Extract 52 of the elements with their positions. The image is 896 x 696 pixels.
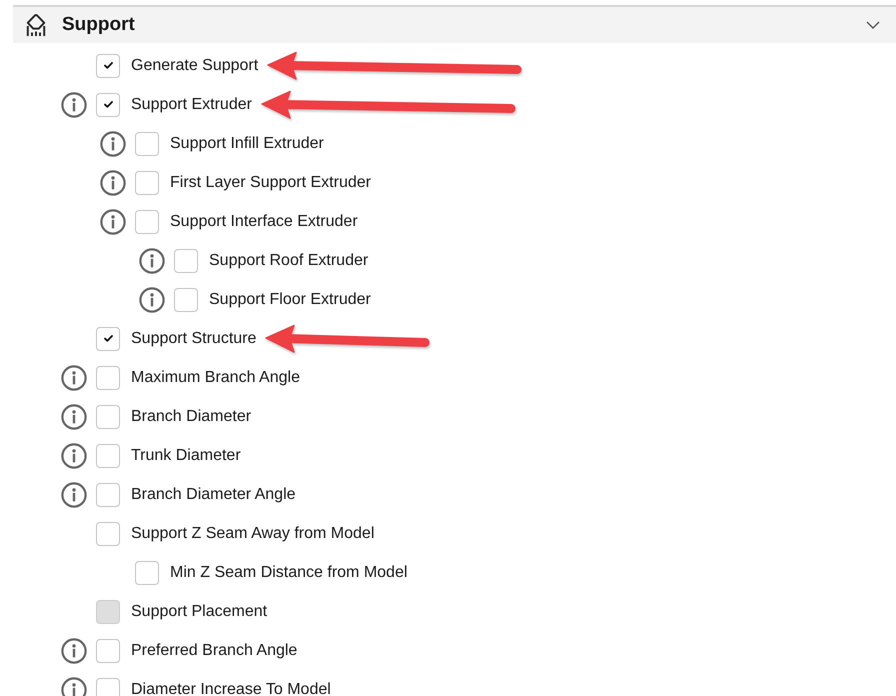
info-icon[interactable]: [61, 92, 87, 118]
info-icon[interactable]: [61, 638, 87, 664]
checkbox[interactable]: [96, 92, 120, 116]
setting-label: Support Roof Extruder: [209, 252, 368, 270]
setting-label: Generate Support: [131, 56, 258, 74]
checkbox[interactable]: [174, 288, 198, 312]
setting-label: Trunk Diameter: [131, 446, 241, 464]
info-icon[interactable]: [139, 286, 165, 312]
setting-label: Branch Diameter: [131, 408, 252, 426]
support-structure-icon: [24, 13, 48, 37]
checkmark-icon: [104, 62, 112, 69]
checkmark-icon: [104, 101, 112, 108]
info-icon[interactable]: [61, 482, 87, 508]
checkbox[interactable]: [96, 54, 120, 78]
info-icon[interactable]: [61, 676, 87, 696]
checkbox[interactable]: [96, 638, 120, 662]
checkbox[interactable]: [135, 210, 159, 234]
checkbox[interactable]: [96, 522, 120, 546]
checkbox[interactable]: [96, 326, 120, 350]
setting-label: Preferred Branch Angle: [131, 642, 298, 660]
setting-label: Min Z Seam Distance from Model: [170, 564, 408, 582]
section-header[interactable]: Support: [13, 7, 896, 43]
checkbox[interactable]: [135, 132, 159, 156]
info-icon[interactable]: [100, 170, 126, 196]
checkbox[interactable]: [135, 560, 159, 584]
checkbox[interactable]: [174, 248, 198, 272]
checkbox[interactable]: [96, 366, 120, 390]
setting-label: Support Infill Extruder: [170, 134, 324, 152]
checkbox[interactable]: [96, 482, 120, 506]
checkbox[interactable]: [96, 404, 120, 428]
setting-label: Maximum Branch Angle: [131, 368, 300, 386]
info-icon[interactable]: [100, 130, 126, 156]
checkbox[interactable]: [96, 444, 120, 468]
chevron-icon[interactable]: [866, 21, 880, 29]
info-icon[interactable]: [100, 208, 126, 234]
setting-label: Support Z Seam Away from Model: [131, 524, 374, 542]
setting-label: Support Floor Extruder: [209, 290, 371, 308]
setting-label: Support Extruder: [131, 96, 252, 114]
info-icon[interactable]: [61, 404, 87, 430]
checkbox[interactable]: [135, 170, 159, 194]
checkbox[interactable]: [96, 678, 120, 696]
setting-label: Support Placement: [131, 602, 268, 620]
info-icon[interactable]: [61, 364, 87, 390]
section-title: Support: [62, 14, 135, 36]
setting-label: First Layer Support Extruder: [170, 174, 371, 192]
setting-label: Branch Diameter Angle: [131, 486, 296, 504]
setting-label: Diameter Increase To Model: [131, 680, 331, 696]
setting-label: Support Interface Extruder: [170, 212, 358, 230]
info-icon[interactable]: [61, 442, 87, 468]
setting-label: Support Structure: [131, 330, 256, 348]
info-icon[interactable]: [139, 248, 165, 274]
checkmark-icon: [104, 335, 112, 342]
